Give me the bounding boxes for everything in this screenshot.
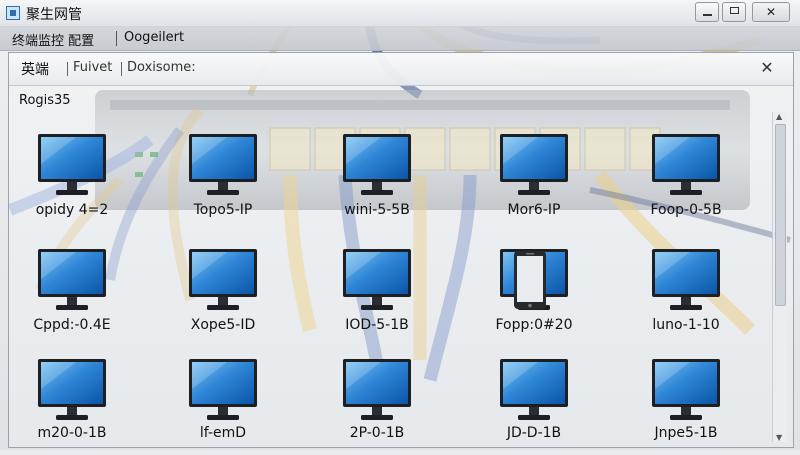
monitor-icon [341, 355, 413, 427]
device-tile[interactable]: luno-1-10 [626, 245, 746, 345]
device-tile[interactable]: lf-emD [163, 355, 283, 455]
phone-icon [498, 245, 570, 317]
device-tile[interactable]: Topo5-IP [163, 130, 283, 230]
device-tile[interactable]: Cppd:-0.4E [12, 245, 132, 345]
device-tile[interactable]: 2P-0-1B [317, 355, 437, 455]
device-label: Fopp:0#20 [495, 317, 573, 333]
monitor-icon [498, 355, 570, 427]
monitor-icon [498, 130, 570, 202]
device-tile[interactable]: Fopp:0#20 [474, 245, 594, 345]
device-label: opidy 4=2 [35, 202, 109, 218]
device-label: Jnpe5-1B [654, 425, 718, 441]
monitor-icon [187, 130, 259, 202]
monitor-icon [650, 355, 722, 427]
device-label: 2P-0-1B [349, 425, 405, 441]
device-label: IOD-5-1B [345, 317, 409, 333]
device-label: Xope5-ID [190, 317, 256, 333]
device-tile[interactable]: Mor6-IP [474, 130, 594, 230]
device-tile[interactable]: JD-D-1B [474, 355, 594, 455]
device-label: m20-0-1B [37, 425, 107, 441]
device-label: Foop-0-5B [650, 202, 722, 218]
monitor-icon [187, 355, 259, 427]
device-tile[interactable]: m20-0-1B [12, 355, 132, 455]
device-label: Mor6-IP [507, 202, 561, 218]
device-tile[interactable]: opidy 4=2 [12, 130, 132, 230]
device-label: luno-1-10 [652, 317, 720, 333]
monitor-icon [650, 245, 722, 317]
device-label: wini-5-5B [344, 202, 410, 218]
device-tile[interactable]: wini-5-5B [317, 130, 437, 230]
device-tile[interactable]: IOD-5-1B [317, 245, 437, 345]
device-label: Topo5-IP [193, 202, 253, 218]
monitor-icon [187, 245, 259, 317]
monitor-icon [36, 130, 108, 202]
device-tile[interactable]: Foop-0-5B [626, 130, 746, 230]
device-tile[interactable]: Jnpe5-1B [626, 355, 746, 455]
device-label: JD-D-1B [506, 425, 562, 441]
monitor-icon [36, 245, 108, 317]
monitor-icon [650, 130, 722, 202]
device-grid: opidy 4=2 Topo5-IP wini-5-5B Mor6-IP Foo… [0, 0, 800, 450]
monitor-icon [36, 355, 108, 427]
device-label: Cppd:-0.4E [33, 317, 111, 333]
device-label: lf-emD [199, 425, 247, 441]
device-tile[interactable]: Xope5-ID [163, 245, 283, 345]
monitor-icon [341, 130, 413, 202]
monitor-icon [341, 245, 413, 317]
